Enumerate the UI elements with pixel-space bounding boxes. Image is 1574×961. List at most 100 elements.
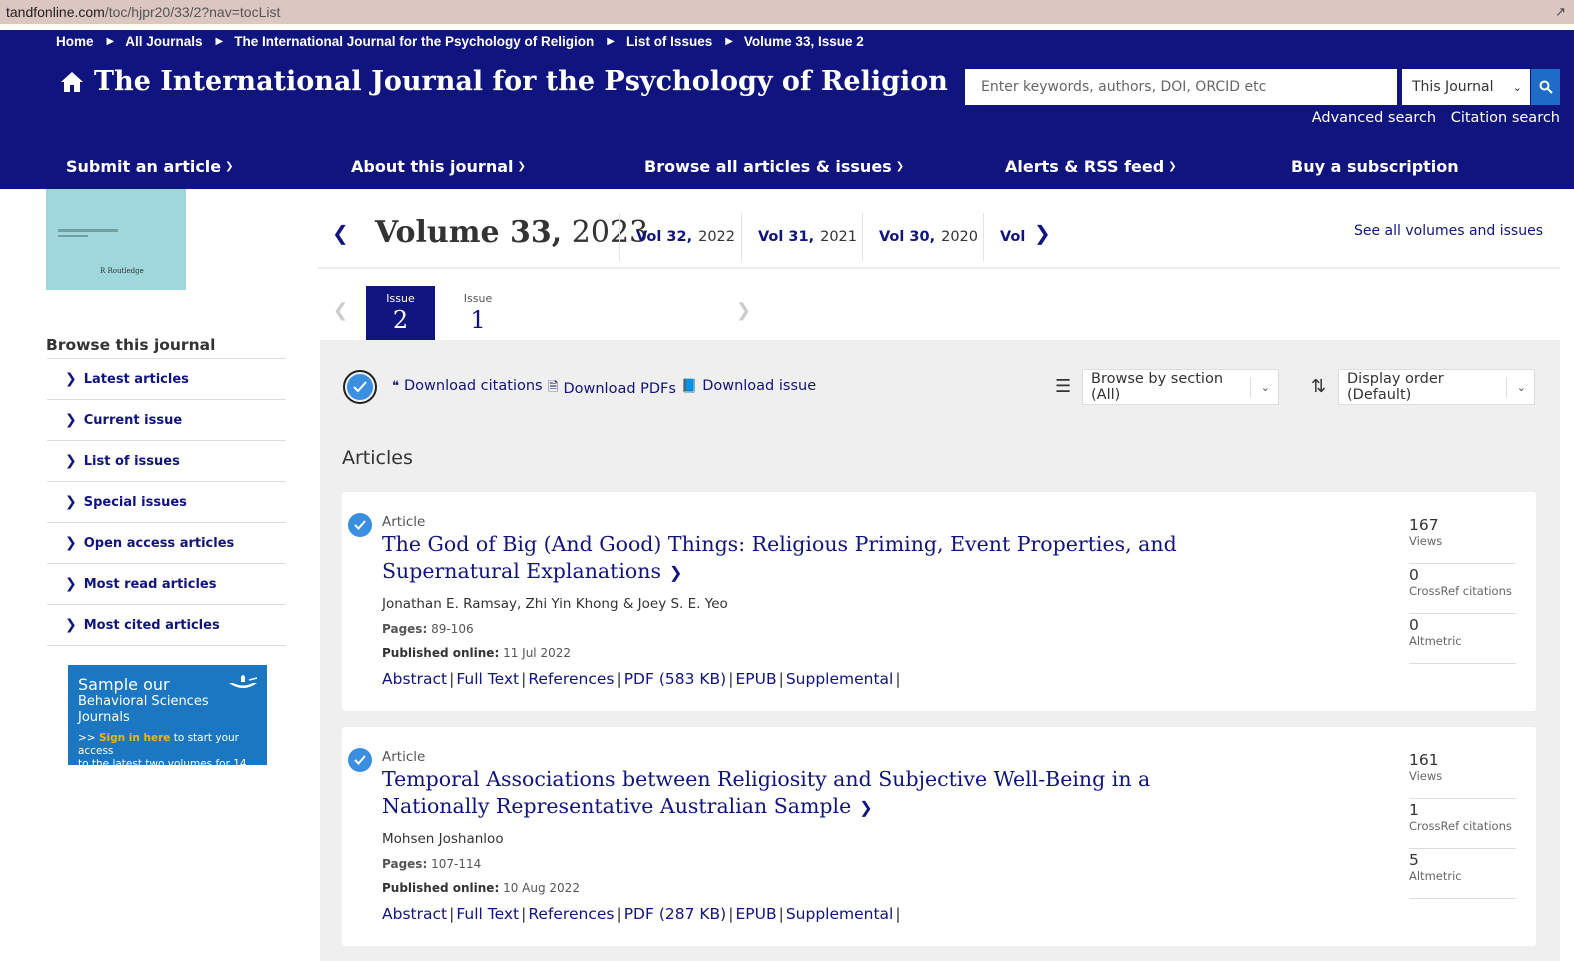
chevron-down-icon: ⌄	[1249, 377, 1270, 397]
nav-buy-subscription[interactable]: Buy a subscription	[1291, 157, 1459, 176]
epub-link[interactable]: EPUB	[735, 905, 776, 923]
issue-tab[interactable]: Issue 1	[450, 292, 506, 335]
sidebar-item-most-cited[interactable]: ❯ Most cited articles	[47, 605, 286, 646]
link-separator: |	[895, 905, 901, 923]
published-value: 10 Aug 2022	[503, 881, 580, 895]
metric-value: 5	[1409, 851, 1419, 869]
article-published: Published online: 10 Aug 2022	[382, 881, 580, 895]
volume-tab[interactable]: Vol 32, 2022	[619, 213, 741, 261]
chevron-right-icon[interactable]: ❯	[1034, 221, 1051, 246]
metric-altmetric: 5 Altmetric	[1409, 849, 1516, 899]
pages-value: 89-106	[431, 622, 474, 636]
article-card: Article Temporal Associations between Re…	[342, 727, 1536, 946]
breadcrumb-separator-icon: ▶	[725, 36, 733, 47]
journal-cover-image[interactable]: R Routledge	[46, 189, 186, 290]
nav-about-journal[interactable]: About this journal ❯	[351, 157, 526, 176]
download-issue-link[interactable]: 📘 Download issue	[681, 378, 816, 394]
nav-browse-articles[interactable]: Browse all articles & issues ❯	[644, 157, 904, 176]
see-all-volumes-link[interactable]: See all volumes and issues	[1354, 223, 1543, 239]
nav-submit-article[interactable]: Submit an article ❯	[66, 157, 234, 176]
metric-value: 161	[1409, 751, 1439, 769]
sidebar-item-special-issues[interactable]: ❯ Special issues	[47, 482, 286, 523]
article-checkbox[interactable]	[348, 513, 372, 537]
article-checkbox[interactable]	[348, 748, 372, 772]
volume-tab[interactable]: Vol 31, 2021	[741, 213, 862, 261]
journal-title-link[interactable]: The International Journal for the Psycho…	[60, 66, 948, 97]
download-pdfs-link[interactable]: 🗎 Download PDFs	[548, 378, 676, 400]
volume-tab-year: 2022	[698, 229, 736, 245]
advanced-search-link[interactable]: Advanced search	[1312, 110, 1436, 126]
promo-line-3: Journals	[78, 710, 130, 725]
link-separator: |	[728, 905, 734, 923]
chevron-right-icon[interactable]: ❯	[736, 300, 751, 321]
metric-value: 167	[1409, 516, 1439, 534]
search-scope-select[interactable]: This Journal ⌄	[1402, 69, 1530, 105]
references-link[interactable]: References	[528, 670, 614, 688]
chevron-left-icon[interactable]: ❮	[333, 300, 348, 321]
nav-label: Alerts & RSS feed	[1005, 157, 1165, 176]
download-citations-link[interactable]: ❝ Download citations	[392, 378, 543, 394]
current-volume: Volume 33, 2023	[375, 215, 648, 250]
references-link[interactable]: References	[528, 905, 614, 923]
url-host: tandfonline.com	[6, 4, 105, 20]
nav-alerts-rss[interactable]: Alerts & RSS feed ❯	[1005, 157, 1177, 176]
search-input[interactable]	[965, 69, 1397, 105]
citation-search-link[interactable]: Citation search	[1451, 110, 1560, 126]
article-published: Published online: 11 Jul 2022	[382, 646, 571, 660]
supplemental-link[interactable]: Supplemental	[786, 670, 894, 688]
current-volume-label: Volume 33,	[375, 215, 563, 250]
article-card: Article The God of Big (And Good) Things…	[342, 492, 1536, 711]
chevron-down-icon: ⌄	[1512, 80, 1522, 94]
metric-views: 161 Views	[1409, 749, 1516, 799]
issue-tab-active[interactable]: Issue 2	[366, 286, 435, 349]
sidebar-item-most-read[interactable]: ❯ Most read articles	[47, 564, 286, 605]
abstract-link[interactable]: Abstract	[382, 670, 447, 688]
article-title: The God of Big (And Good) Things: Religi…	[382, 532, 1177, 583]
pdf-link[interactable]: PDF (287 KB)	[624, 905, 727, 923]
checkmark-icon	[347, 374, 373, 400]
issue-label: Issue	[463, 292, 493, 305]
select-all-checkbox[interactable]	[343, 370, 377, 404]
sidebar-item-latest-articles[interactable]: ❯ Latest articles	[47, 359, 286, 400]
sidebar-item-list-of-issues[interactable]: ❯ List of issues	[47, 441, 286, 482]
breadcrumb-home[interactable]: Home	[56, 34, 94, 49]
chevron-right-icon: ❯	[668, 563, 683, 582]
chevron-down-icon: ❯	[1168, 161, 1177, 172]
chevron-right-icon: ❯	[65, 535, 77, 551]
full-text-link[interactable]: Full Text	[456, 670, 519, 688]
search-button[interactable]	[1531, 69, 1560, 105]
url-path: /toc/hjpr20/33/2?nav=tocList	[104, 4, 281, 20]
volume-tab[interactable]: Vol	[983, 213, 1033, 261]
home-icon	[61, 71, 83, 92]
article-pages: Pages: 107-114	[382, 857, 481, 871]
volume-tab-label: Vol 30,	[879, 229, 936, 245]
volume-tab[interactable]: Vol 30, 2020	[862, 213, 983, 261]
chevron-left-icon[interactable]: ❮	[332, 221, 349, 246]
full-text-link[interactable]: Full Text	[456, 905, 519, 923]
download-pdfs-label: Download PDFs	[563, 381, 676, 397]
abstract-link[interactable]: Abstract	[382, 905, 447, 923]
display-order-select[interactable]: Display order (Default) ⌄	[1338, 369, 1535, 405]
article-title-link[interactable]: The God of Big (And Good) Things: Religi…	[382, 531, 1242, 586]
article-title-link[interactable]: Temporal Associations between Religiosit…	[382, 766, 1242, 821]
supplemental-link[interactable]: Supplemental	[786, 905, 894, 923]
link-separator: |	[728, 670, 734, 688]
url-text[interactable]: tandfonline.com/toc/hjpr20/33/2?nav=tocL…	[6, 4, 280, 20]
breadcrumb-journal[interactable]: The International Journal for the Psycho…	[234, 34, 594, 49]
browser-url-bar[interactable]: tandfonline.com/toc/hjpr20/33/2?nav=tocL…	[0, 0, 1574, 24]
epub-link[interactable]: EPUB	[735, 670, 776, 688]
promo-signin-link[interactable]: Sign in here	[99, 732, 170, 744]
sidebar-item-label: Open access articles	[83, 535, 235, 551]
browse-section-select[interactable]: Browse by section (All) ⌄	[1082, 369, 1279, 405]
sidebar-item-current-issue[interactable]: ❯ Current issue	[47, 400, 286, 441]
breadcrumb-all-journals[interactable]: All Journals	[125, 34, 202, 49]
pdf-link[interactable]: PDF (583 KB)	[624, 670, 727, 688]
link-separator: |	[895, 670, 901, 688]
sidebar-item-open-access[interactable]: ❯ Open access articles	[47, 523, 286, 564]
chevron-down-icon: ⌄	[1505, 377, 1526, 397]
breadcrumb-list-of-issues[interactable]: List of Issues	[626, 34, 712, 49]
chevron-right-icon: ❯	[65, 371, 77, 387]
share-icon[interactable]: ↗	[1555, 4, 1566, 20]
nav-label: About this journal	[351, 157, 514, 176]
promo-banner[interactable]: Sample our Behavioral Sciences Journals …	[68, 665, 267, 783]
